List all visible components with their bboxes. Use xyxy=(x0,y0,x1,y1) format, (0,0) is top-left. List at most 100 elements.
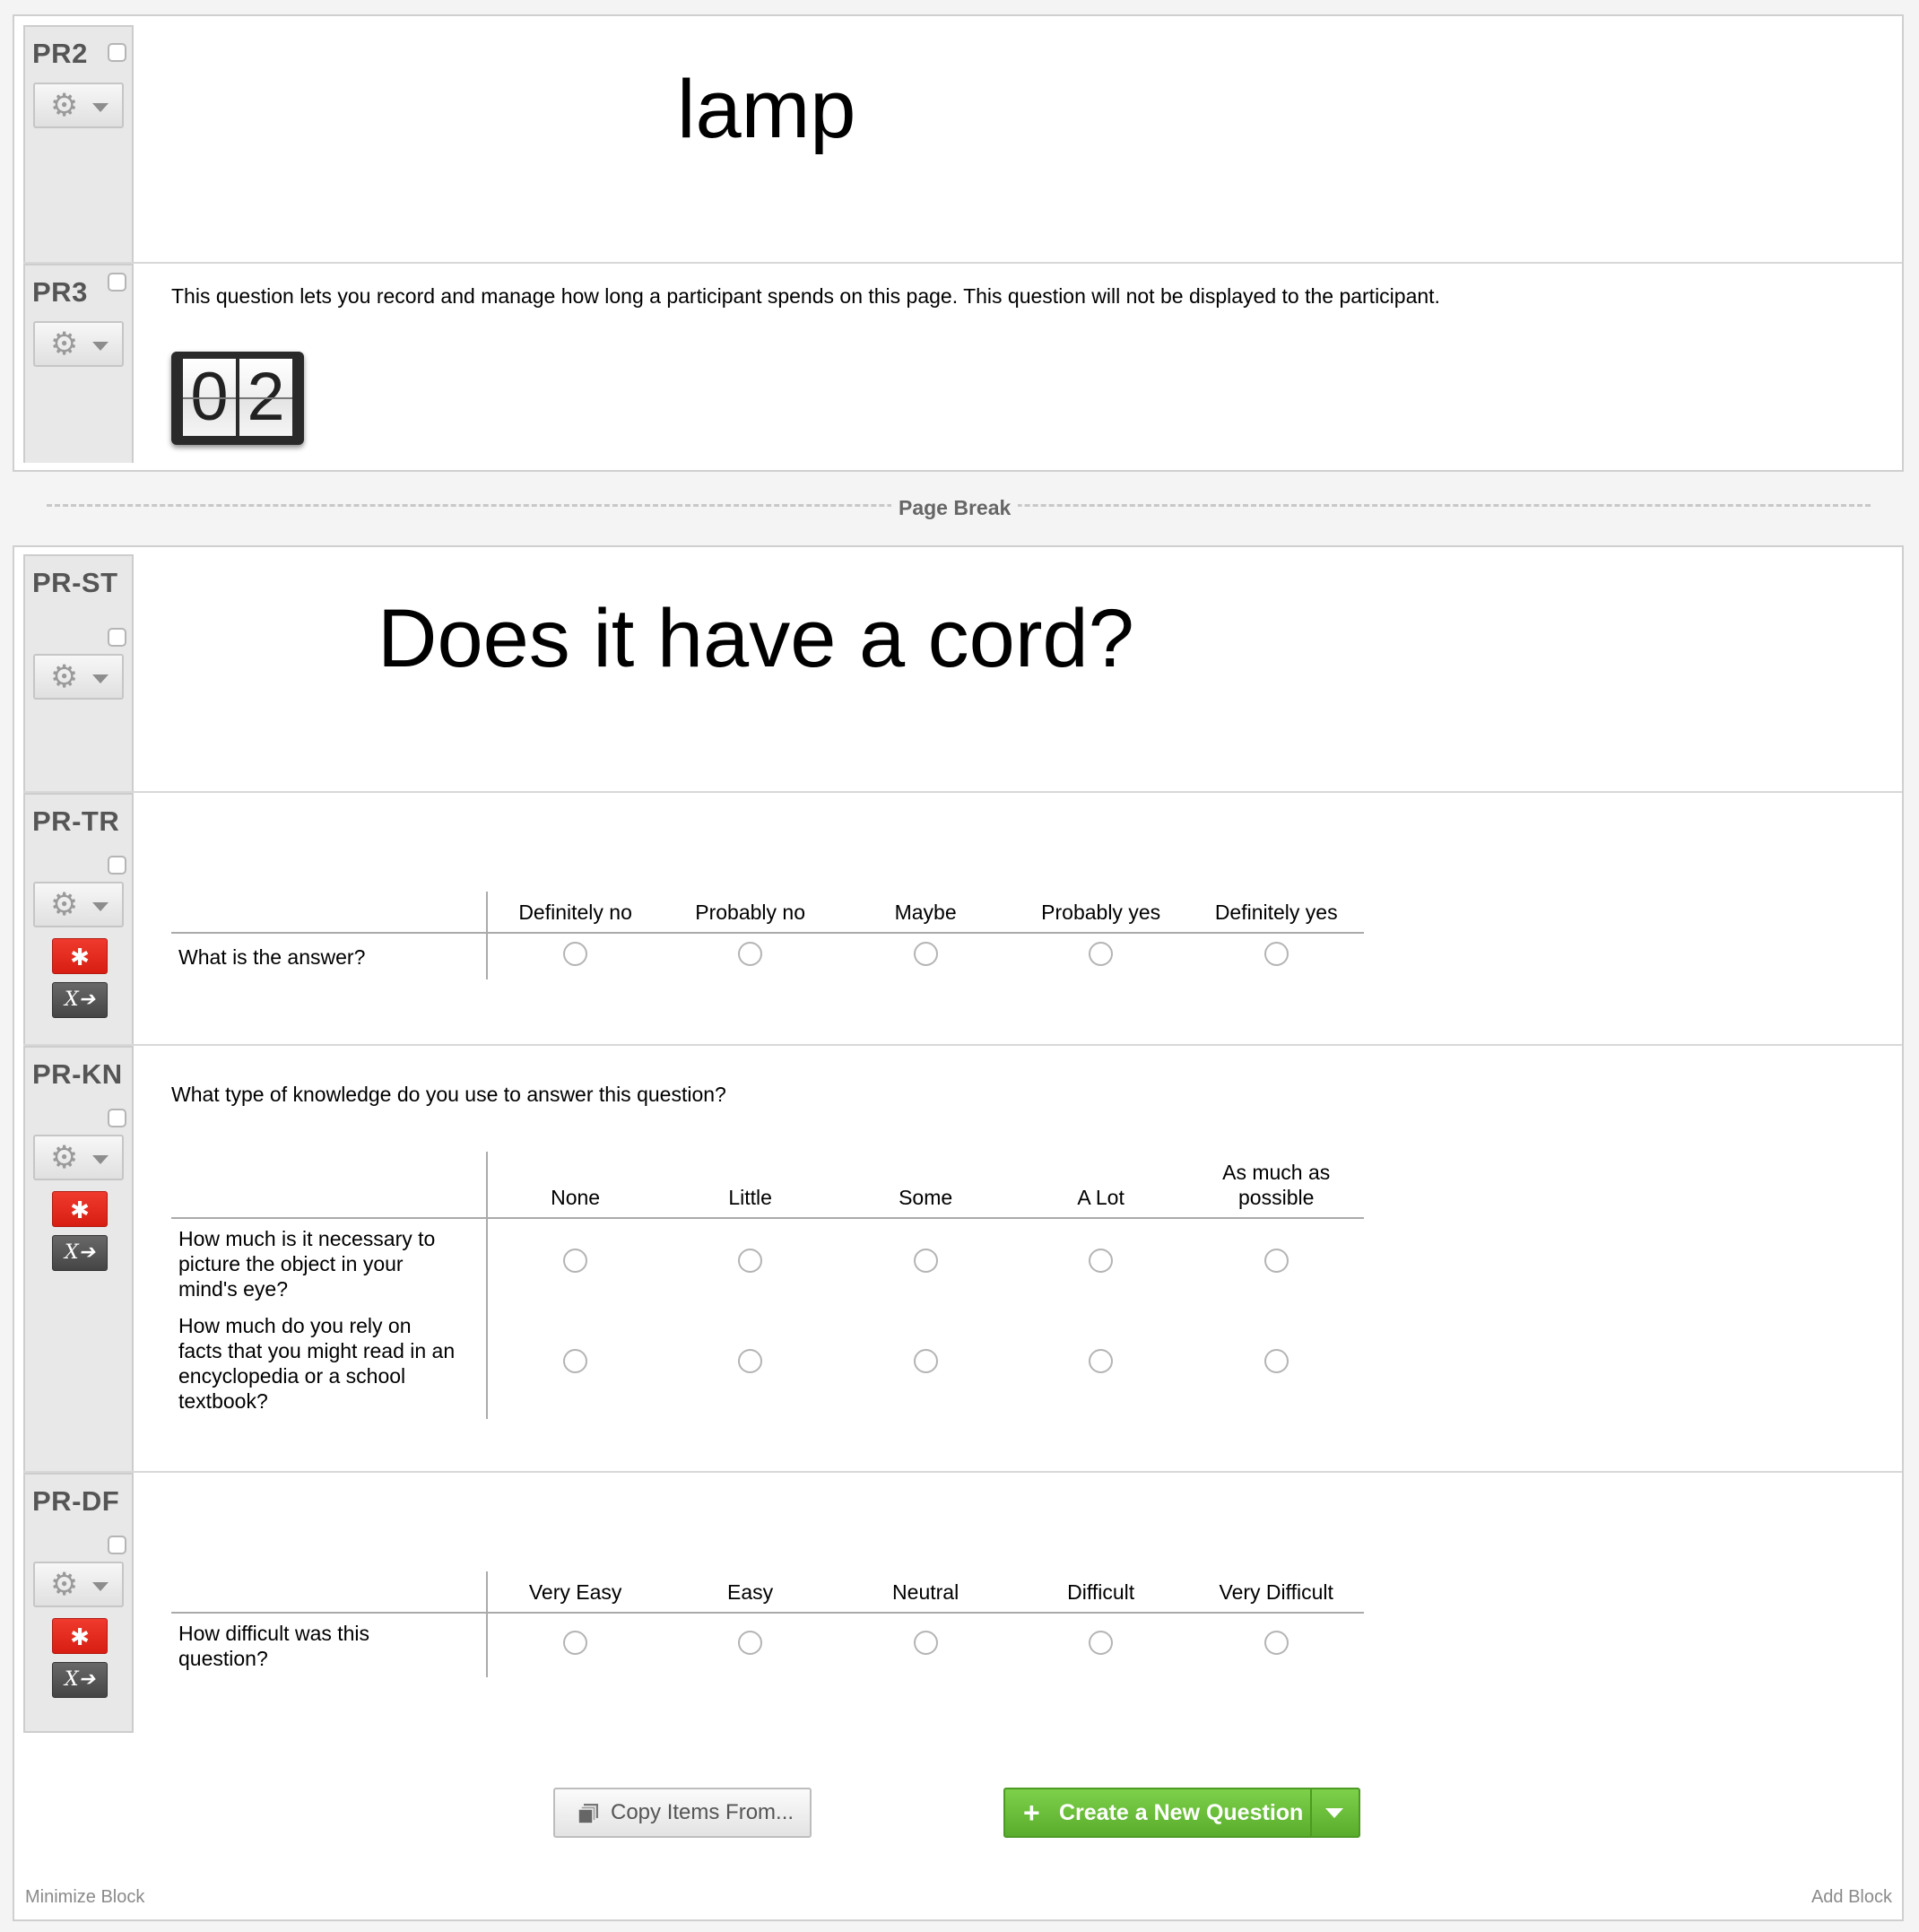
question-options-button[interactable]: ⚙ xyxy=(33,321,124,367)
select-checkbox[interactable] xyxy=(108,856,126,875)
column-header: Very Easy xyxy=(487,1571,663,1614)
gear-icon: ⚙ xyxy=(50,326,79,361)
question-id: PR-TR xyxy=(32,805,120,837)
table-row: How much is it necessary to picture the … xyxy=(171,1218,1364,1308)
required-toggle-button[interactable]: ✱ xyxy=(52,1618,108,1654)
question-sidebar: PR3 ⚙ xyxy=(23,264,134,463)
radio-button[interactable] xyxy=(738,1631,763,1655)
radio-button[interactable] xyxy=(563,1249,588,1273)
question-sidebar: PR-ST ⚙ xyxy=(23,554,134,791)
caret-down-icon xyxy=(92,1155,109,1164)
matrix-table: Very Easy Easy Neutral Difficult Very Di… xyxy=(171,1571,1364,1677)
copy-items-label: Copy Items From... xyxy=(611,1800,795,1824)
radio-button[interactable] xyxy=(1263,1348,1289,1373)
select-checkbox[interactable] xyxy=(108,43,126,62)
select-checkbox[interactable] xyxy=(108,1109,126,1127)
column-header: Maybe xyxy=(838,892,1013,934)
radio-button[interactable] xyxy=(913,1348,938,1373)
radio-button[interactable] xyxy=(563,942,588,966)
question-pr-st[interactable]: PR-ST ⚙ Does it have a cord? xyxy=(23,554,1902,793)
create-question-button[interactable]: + Create a New Question xyxy=(1003,1788,1360,1838)
radio-button[interactable] xyxy=(1089,942,1114,966)
column-header: A Lot xyxy=(1012,1152,1189,1219)
question-pr3[interactable]: PR3 ⚙ This question lets you record and … xyxy=(23,264,1902,463)
radio-button[interactable] xyxy=(1089,1249,1114,1273)
radio-button[interactable] xyxy=(1089,1348,1114,1373)
caret-down-icon[interactable] xyxy=(1325,1808,1343,1818)
question-options-button[interactable]: ⚙ xyxy=(33,1562,124,1607)
question-sidebar: PR2 ⚙ xyxy=(23,25,134,262)
gear-icon: ⚙ xyxy=(50,88,79,123)
question-options-button[interactable]: ⚙ xyxy=(33,882,124,927)
column-header: Definitely yes xyxy=(1188,892,1364,934)
radio-button[interactable] xyxy=(738,1249,763,1273)
asterisk-icon: ✱ xyxy=(70,1623,90,1650)
select-checkbox[interactable] xyxy=(108,1536,126,1554)
radio-button[interactable] xyxy=(1089,1631,1114,1655)
question-body: Does it have a cord? xyxy=(134,554,1902,791)
radio-button[interactable] xyxy=(913,1249,938,1273)
row-statement: How much do you rely on facts that you m… xyxy=(171,1308,489,1419)
gear-icon: ⚙ xyxy=(50,659,79,694)
required-toggle-button[interactable]: ✱ xyxy=(52,938,108,974)
caret-down-icon xyxy=(92,902,109,911)
timer-digit: 0 xyxy=(183,359,236,436)
question-options-button[interactable]: ⚙ xyxy=(33,1135,124,1180)
question-text[interactable]: lamp xyxy=(677,63,855,157)
asterisk-icon: ✱ xyxy=(70,944,90,970)
question-id: PR3 xyxy=(32,276,88,308)
caret-down-icon xyxy=(92,103,109,112)
question-sidebar: PR-TR ⚙ ✱ X➔ xyxy=(23,793,134,1044)
radio-button[interactable] xyxy=(913,1631,938,1655)
question-body: Definitely no Probably no Maybe Probably… xyxy=(134,793,1902,1044)
question-options-button[interactable]: ⚙ xyxy=(33,83,124,128)
asterisk-icon: ✱ xyxy=(70,1197,90,1223)
row-statement: What is the answer? xyxy=(171,933,489,979)
add-block-link[interactable]: Add Block xyxy=(1811,1887,1892,1908)
question-pr-tr[interactable]: PR-TR ⚙ ✱ X➔ Definitely no Probably no M… xyxy=(23,793,1902,1046)
radio-button[interactable] xyxy=(1263,1631,1289,1655)
column-header: None xyxy=(487,1152,663,1219)
column-header: Probably yes xyxy=(1012,892,1189,934)
question-text[interactable]: Does it have a cord? xyxy=(378,592,1134,686)
timer-description: This question lets you record and manage… xyxy=(171,284,1440,308)
radio-button[interactable] xyxy=(913,942,938,966)
radio-button[interactable] xyxy=(738,942,763,966)
question-options-button[interactable]: ⚙ xyxy=(33,654,124,700)
radio-button[interactable] xyxy=(1263,942,1289,966)
question-id: PR2 xyxy=(32,38,88,69)
column-header: Some xyxy=(838,1152,1013,1219)
piped-text-button[interactable]: X➔ xyxy=(52,1235,108,1271)
create-question-label: Create a New Question xyxy=(1059,1800,1304,1825)
column-header: Very Difficult xyxy=(1188,1571,1364,1614)
piped-text-button[interactable]: X➔ xyxy=(52,1662,108,1698)
minimize-block-link[interactable]: Minimize Block xyxy=(25,1887,144,1908)
matrix-corner xyxy=(171,1152,489,1219)
row-statement: How difficult was this question? xyxy=(171,1613,489,1677)
matrix-table: Definitely no Probably no Maybe Probably… xyxy=(171,892,1364,979)
question-body: What type of knowledge do you use to ans… xyxy=(134,1046,1902,1471)
caret-down-icon xyxy=(92,674,109,683)
table-row: What is the answer? xyxy=(171,933,1364,979)
question-pr-kn[interactable]: PR-KN ⚙ ✱ X➔ What type of knowledge do y… xyxy=(23,1046,1902,1473)
radio-button[interactable] xyxy=(738,1348,763,1373)
select-checkbox[interactable] xyxy=(108,273,126,292)
question-prompt[interactable]: What type of knowledge do you use to ans… xyxy=(171,1082,726,1107)
gear-icon: ⚙ xyxy=(50,1567,79,1602)
x-arrow-icon: X➔ xyxy=(64,1241,96,1264)
caret-down-icon xyxy=(92,1582,109,1591)
required-toggle-button[interactable]: ✱ xyxy=(52,1191,108,1227)
column-header: As much as possible xyxy=(1188,1152,1364,1219)
copy-items-button[interactable]: Copy Items From... xyxy=(553,1788,812,1838)
column-header: Definitely no xyxy=(487,892,663,934)
radio-button[interactable] xyxy=(563,1631,588,1655)
question-pr2[interactable]: PR2 ⚙ lamp xyxy=(23,25,1902,264)
radio-button[interactable] xyxy=(1263,1249,1289,1273)
piped-text-button[interactable]: X➔ xyxy=(52,982,108,1018)
gear-icon: ⚙ xyxy=(50,887,79,922)
question-pr-df[interactable]: PR-DF ⚙ ✱ X➔ Very Easy Easy Neutral Diff… xyxy=(23,1473,1902,1733)
question-block-1: PR2 ⚙ lamp PR3 ⚙ This question lets you … xyxy=(13,14,1904,472)
x-arrow-icon: X➔ xyxy=(64,1668,96,1691)
select-checkbox[interactable] xyxy=(108,628,126,647)
radio-button[interactable] xyxy=(563,1348,588,1373)
